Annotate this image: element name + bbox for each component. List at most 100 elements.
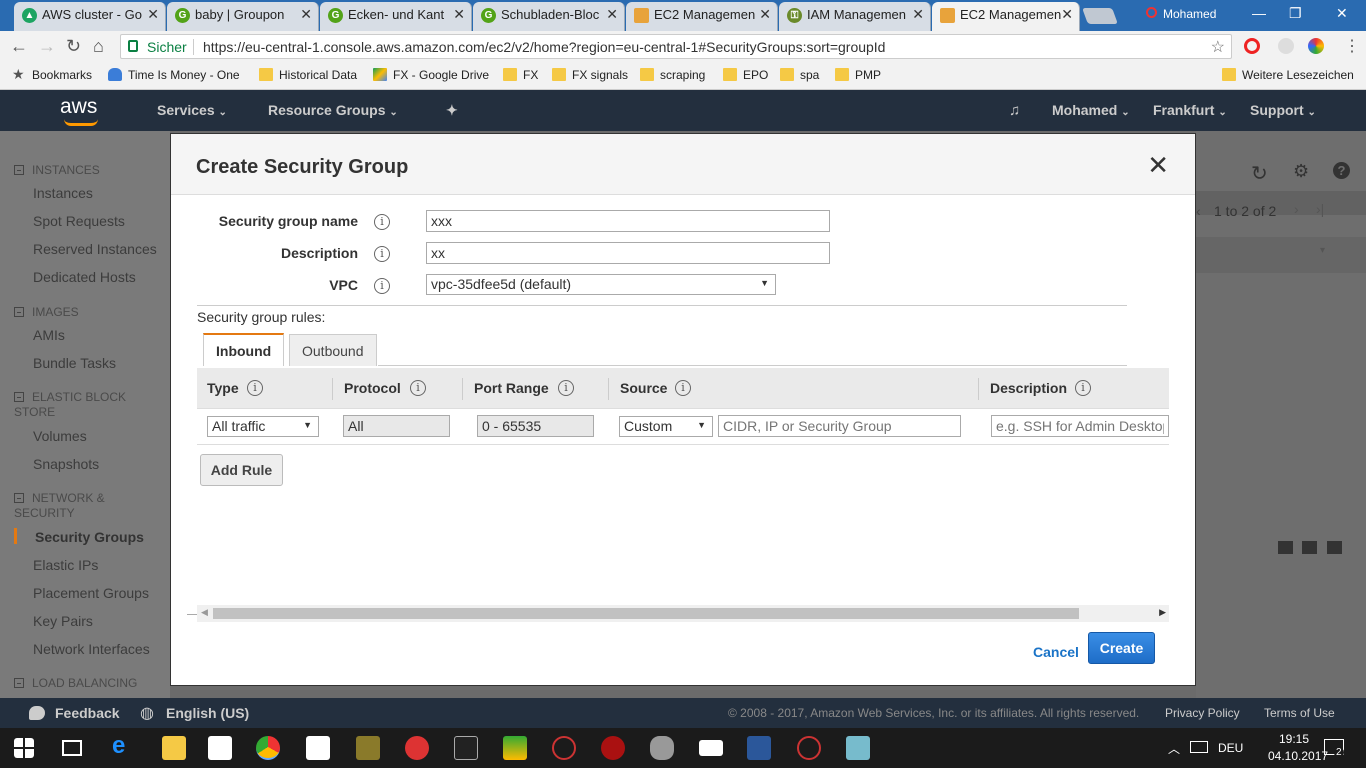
info-icon[interactable]: i xyxy=(374,246,390,262)
new-tab-button[interactable] xyxy=(1082,8,1118,24)
rule-source-select[interactable]: Custom ▼ xyxy=(619,416,713,437)
info-icon[interactable]: i xyxy=(247,380,263,396)
sidebar-section-ebs[interactable]: ELASTIC BLOCK STORE xyxy=(14,390,144,420)
gear-icon[interactable]: ⚙ xyxy=(1293,161,1309,182)
info-icon[interactable]: i xyxy=(374,278,390,294)
star-icon[interactable]: ☆ xyxy=(1211,37,1225,57)
cancel-button[interactable]: Cancel xyxy=(1033,644,1079,660)
info-icon[interactable]: i xyxy=(1075,380,1091,396)
layout-icon[interactable] xyxy=(1327,541,1342,554)
app-icon[interactable] xyxy=(405,736,429,760)
bell-icon[interactable]: ♫ xyxy=(1009,102,1020,119)
resource-groups-menu[interactable]: Resource Groups ⌄ xyxy=(268,102,398,118)
sidebar-item-network-interfaces[interactable]: Network Interfaces xyxy=(33,641,150,657)
aws-logo[interactable]: aws xyxy=(60,95,98,126)
tab-outbound[interactable]: Outbound xyxy=(289,334,377,366)
maximize-icon[interactable]: ❐ xyxy=(1289,5,1302,22)
app-icon[interactable] xyxy=(552,736,576,760)
services-menu[interactable]: Services ⌄ xyxy=(157,102,227,118)
sidebar-item-elastic-ips[interactable]: Elastic IPs xyxy=(33,557,98,573)
app-icon[interactable] xyxy=(650,736,674,760)
close-tab-icon[interactable]: ✕ xyxy=(1061,6,1073,23)
network-icon[interactable] xyxy=(1190,741,1208,753)
task-view-icon[interactable] xyxy=(62,740,82,756)
sidebar-item-reserved-instances[interactable]: Reserved Instances xyxy=(33,241,157,257)
info-icon[interactable]: i xyxy=(410,380,426,396)
back-icon[interactable]: ← xyxy=(10,36,28,57)
file-explorer-icon[interactable] xyxy=(162,736,186,760)
close-tab-icon[interactable]: ✕ xyxy=(147,6,159,23)
info-icon[interactable]: i xyxy=(675,380,691,396)
info-icon[interactable]: i xyxy=(558,380,574,396)
sidebar-item-key-pairs[interactable]: Key Pairs xyxy=(33,613,93,629)
scroll-left-icon[interactable]: ◀ xyxy=(201,607,208,618)
close-tab-icon[interactable]: ✕ xyxy=(759,6,771,23)
rule-description-input[interactable] xyxy=(991,415,1169,437)
sidebar-item-bundle-tasks[interactable]: Bundle Tasks xyxy=(33,355,116,371)
app-icon[interactable] xyxy=(797,736,821,760)
url-field[interactable]: Sicher https://eu-central-1.console.aws.… xyxy=(120,34,1232,59)
last-page-icon[interactable]: ›| xyxy=(1316,201,1324,217)
mail-icon[interactable] xyxy=(699,740,723,756)
more-bookmarks[interactable]: Weitere Lesezeichen xyxy=(1222,68,1354,82)
language-selector[interactable]: English (US) xyxy=(166,705,249,721)
sidebar-item-placement-groups[interactable]: Placement Groups xyxy=(33,585,149,601)
browser-tab[interactable]: G Schubladen-Bloc ✕ xyxy=(473,2,625,31)
app-icon[interactable] xyxy=(503,736,527,760)
feedback-link[interactable]: Feedback xyxy=(55,705,120,721)
sidebar-section-instances[interactable]: INSTANCES xyxy=(14,163,100,178)
word-icon[interactable] xyxy=(747,736,771,760)
sidebar-section-network[interactable]: NETWORK & SECURITY xyxy=(14,491,124,521)
sidebar-item-volumes[interactable]: Volumes xyxy=(33,428,87,444)
horizontal-scrollbar[interactable]: ◀ ▶ xyxy=(197,605,1169,622)
sidebar-item-spot-requests[interactable]: Spot Requests xyxy=(33,213,125,229)
security-group-name-input[interactable] xyxy=(426,210,830,232)
bookmark-item[interactable]: Historical Data xyxy=(259,68,357,82)
vpc-select[interactable]: vpc-35dfee5d (default) ▼ xyxy=(426,274,776,295)
close-tab-icon[interactable]: ✕ xyxy=(453,6,465,23)
app-icon[interactable] xyxy=(306,736,330,760)
tab-inbound[interactable]: Inbound xyxy=(203,333,285,366)
bookmark-item[interactable]: FX signals xyxy=(552,68,628,82)
browser-tab[interactable]: EC2 Managemen ✕ xyxy=(626,2,778,31)
rule-source-input[interactable] xyxy=(718,415,961,437)
support-menu[interactable]: Support ⌄ xyxy=(1250,102,1316,118)
sidebar-item-amis[interactable]: AMIs xyxy=(33,327,65,343)
bookmark-item[interactable]: FX - Google Drive xyxy=(373,68,489,82)
next-page-icon[interactable]: › xyxy=(1294,201,1299,217)
clock-time[interactable]: 19:15 xyxy=(1279,732,1309,746)
edge-icon[interactable]: e xyxy=(112,732,136,759)
chrome-icon[interactable] xyxy=(256,736,280,760)
close-window-icon[interactable]: ✕ xyxy=(1336,5,1348,22)
close-tab-icon[interactable]: ✕ xyxy=(912,6,924,23)
store-icon[interactable] xyxy=(208,736,232,760)
opera-icon[interactable] xyxy=(1244,38,1260,54)
info-icon[interactable]: i xyxy=(374,214,390,230)
bookmark-item[interactable]: scraping xyxy=(640,68,705,82)
terminal-icon[interactable] xyxy=(454,736,478,760)
refresh-icon[interactable]: ↻ xyxy=(1251,161,1268,186)
app-icon[interactable] xyxy=(846,736,870,760)
forward-icon[interactable]: → xyxy=(38,36,56,57)
url-text[interactable]: https://eu-central-1.console.aws.amazon.… xyxy=(203,39,885,55)
bookmark-item[interactable]: FX xyxy=(503,68,538,82)
first-page-icon[interactable]: ‹ xyxy=(1196,203,1201,219)
chevron-up-icon[interactable]: ︿ xyxy=(1168,740,1180,757)
browser-tab-active[interactable]: EC2 Managemen ✕ xyxy=(932,2,1080,31)
browser-tab[interactable]: G Ecken- und Kant ✕ xyxy=(320,2,472,31)
scrollbar-thumb[interactable] xyxy=(213,608,1079,619)
extension-icon[interactable] xyxy=(1308,38,1324,54)
close-icon[interactable]: ✕ xyxy=(1147,150,1169,181)
sidebar-item-security-groups[interactable]: Security Groups xyxy=(35,529,144,545)
description-input[interactable] xyxy=(426,242,830,264)
create-button[interactable]: Create xyxy=(1088,632,1155,664)
input-language[interactable]: DEU xyxy=(1218,741,1243,755)
home-icon[interactable]: ⌂ xyxy=(93,36,104,57)
browser-tab[interactable]: Gbaby | Groupon ✕ xyxy=(167,2,319,31)
scroll-right-icon[interactable]: ▶ xyxy=(1159,607,1166,618)
privacy-policy-link[interactable]: Privacy Policy xyxy=(1165,706,1240,720)
chevron-down-icon[interactable]: ▾ xyxy=(1320,245,1325,256)
windows-start-icon[interactable] xyxy=(14,738,34,758)
bookmark-item[interactable]: ★ Bookmarks xyxy=(12,66,92,82)
browser-tab[interactable]: ⚿ IAM Managemen ✕ xyxy=(779,2,931,31)
